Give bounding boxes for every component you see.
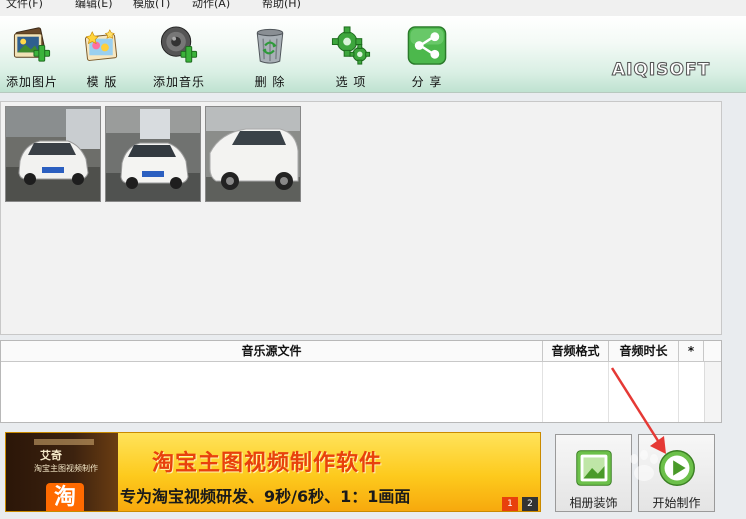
banner-page-2[interactable]: 2 bbox=[522, 497, 538, 511]
taobao-emblem: 淘 bbox=[46, 483, 84, 511]
column-divider bbox=[542, 362, 543, 422]
add-music-icon bbox=[160, 26, 198, 63]
menu-help[interactable]: 帮助(H) bbox=[262, 0, 301, 9]
image-list-panel[interactable] bbox=[0, 101, 722, 335]
album-decoration-button[interactable]: 相册装饰 bbox=[555, 434, 632, 512]
column-music-source[interactable]: 音乐源文件 bbox=[1, 341, 543, 362]
app-logo: AIQISOFT bbox=[611, 60, 711, 81]
car-photo-icon bbox=[6, 107, 100, 201]
template-icon bbox=[84, 29, 118, 61]
box-brand-strip bbox=[34, 439, 94, 445]
album-decor-label: 相册装饰 bbox=[569, 496, 618, 510]
table-scrollbar[interactable] bbox=[704, 362, 721, 422]
banner-subtitle: 专为淘宝视频研发、9秒/6秒、1：1画面 bbox=[120, 487, 411, 506]
box-subtitle: 淘宝主图视频制作 bbox=[34, 464, 98, 473]
music-table-header: 音乐源文件 音频格式 音频时长 * bbox=[1, 341, 721, 362]
template-button[interactable]: 模 版 bbox=[67, 24, 137, 90]
share-label: 分 享 bbox=[411, 75, 443, 89]
box-title: 艾奇 bbox=[40, 449, 62, 462]
menu-edit[interactable]: 编辑(E) bbox=[75, 0, 113, 9]
delete-button[interactable]: 删 除 bbox=[235, 24, 305, 90]
music-list-table[interactable]: 音乐源文件 音频格式 音频时长 * bbox=[0, 340, 722, 423]
album-decor-icon bbox=[575, 450, 612, 486]
add-image-label: 添加图片 bbox=[5, 75, 58, 89]
toolbar: 添加图片 模 版 添加音乐 删 除 选 项 分 享 AIQISOFT bbox=[0, 16, 746, 93]
software-box-art: 艾奇 淘宝主图视频制作 淘 bbox=[6, 433, 118, 511]
promo-banner[interactable]: 艾奇 淘宝主图视频制作 淘 淘宝主图视频制作软件 专为淘宝视频研发、9秒/6秒、… bbox=[5, 432, 541, 512]
share-button[interactable]: 分 享 bbox=[392, 24, 462, 90]
image-thumbnail[interactable] bbox=[205, 106, 301, 202]
options-button[interactable]: 选 项 bbox=[316, 24, 386, 90]
start-icon bbox=[658, 450, 695, 486]
menu-template[interactable]: 模版(T) bbox=[133, 0, 170, 9]
column-divider bbox=[678, 362, 679, 422]
image-thumbnail[interactable] bbox=[105, 106, 201, 202]
banner-page-1[interactable]: 1 bbox=[502, 497, 518, 511]
menu-bar: 文件(F) 编辑(E) 模版(T) 动作(A) 帮助(H) bbox=[0, 0, 746, 16]
car-photo-icon bbox=[206, 107, 300, 201]
add-image-button[interactable]: 添加图片 bbox=[0, 24, 67, 90]
image-thumbnail[interactable] bbox=[5, 106, 101, 202]
gear-icon bbox=[331, 26, 371, 65]
add-image-icon bbox=[13, 27, 51, 62]
add-music-button[interactable]: 添加音乐 bbox=[144, 24, 214, 90]
trash-icon bbox=[256, 28, 284, 64]
template-label: 模 版 bbox=[86, 75, 118, 89]
menu-action[interactable]: 动作(A) bbox=[192, 0, 230, 9]
share-icon bbox=[407, 26, 447, 65]
add-music-label: 添加音乐 bbox=[152, 75, 205, 89]
column-audio-duration[interactable]: 音频时长 bbox=[609, 341, 679, 362]
delete-label: 删 除 bbox=[254, 75, 286, 89]
column-audio-format[interactable]: 音频格式 bbox=[543, 341, 609, 362]
car-photo-icon bbox=[106, 107, 200, 201]
banner-title: 淘宝主图视频制作软件 bbox=[152, 451, 383, 476]
start-making-label: 开始制作 bbox=[652, 496, 701, 510]
column-star[interactable]: * bbox=[679, 341, 704, 362]
menu-file[interactable]: 文件(F) bbox=[6, 0, 43, 9]
start-making-button[interactable]: 开始制作 bbox=[638, 434, 715, 512]
options-label: 选 项 bbox=[335, 75, 367, 89]
column-divider bbox=[608, 362, 609, 422]
